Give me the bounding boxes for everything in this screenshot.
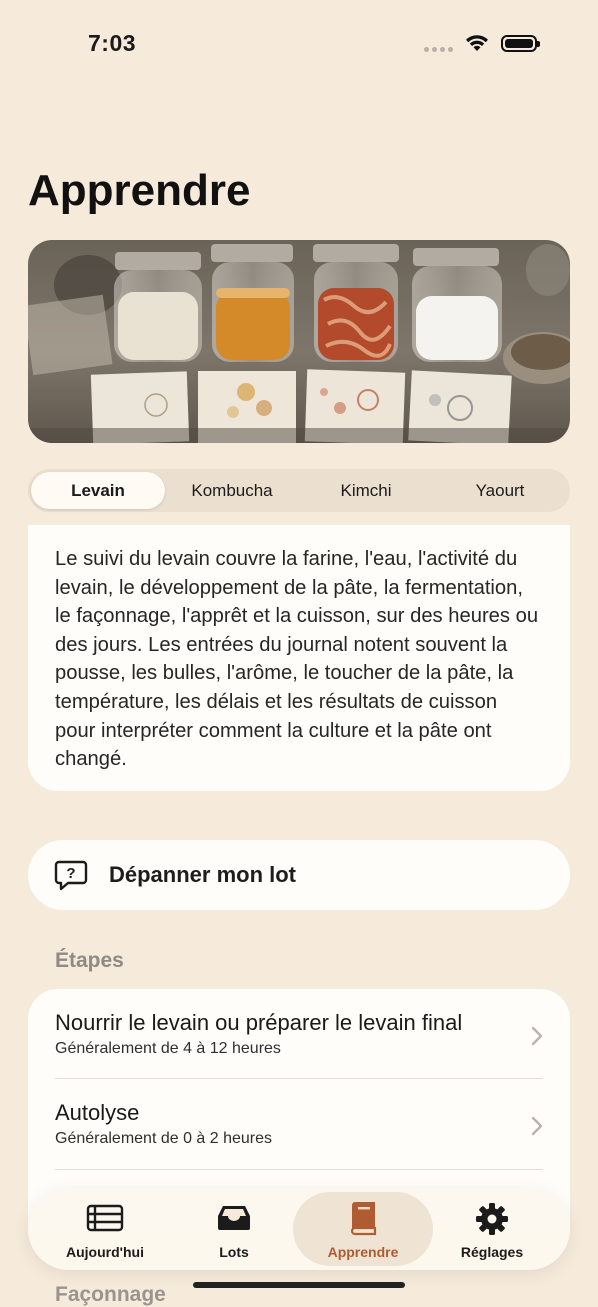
fermentation-type-segmented-control: Levain Kombucha Kimchi Yaourt <box>28 469 570 512</box>
tab-label: Lots <box>219 1244 249 1260</box>
tab-label: Réglages <box>460 1244 524 1260</box>
tab-bar: Aujourd'hui Lots Apprendre Réglages <box>28 1188 570 1270</box>
divider <box>55 1078 543 1079</box>
question-bubble-icon: ? <box>54 860 88 891</box>
battery-icon <box>501 35 540 52</box>
step-duration: Généralement de 0 à 2 heures <box>55 1130 273 1147</box>
step-title: Autolyse <box>55 1100 140 1125</box>
segment-yaourt[interactable]: Yaourt <box>433 472 567 509</box>
status-bar: 7:03 <box>0 0 598 90</box>
chevron-right-icon <box>531 1026 543 1046</box>
description-text: Le suivi du levain couvre la farine, l'e… <box>55 548 539 771</box>
segment-kimchi[interactable]: Kimchi <box>299 472 433 509</box>
next-section-header: Façonnage <box>55 1283 166 1306</box>
tab-apprendre[interactable]: Apprendre <box>293 1192 433 1266</box>
step-row[interactable]: Nourrir le levain ou préparer le levain … <box>55 1010 543 1058</box>
gear-icon <box>476 1203 508 1235</box>
troubleshoot-button[interactable]: ? Dépanner mon lot <box>28 840 570 910</box>
tab-label: Apprendre <box>327 1244 399 1260</box>
wifi-icon <box>466 35 488 51</box>
divider <box>55 1169 543 1170</box>
chevron-right-icon <box>531 1116 543 1136</box>
status-time: 7:03 <box>88 30 137 56</box>
segment-kombucha[interactable]: Kombucha <box>165 472 299 509</box>
tab-label: Aujourd'hui <box>66 1244 144 1260</box>
book-icon <box>350 1202 377 1236</box>
hero-image <box>28 240 570 443</box>
tray-icon <box>218 1206 250 1230</box>
page-title: Apprendre <box>28 166 251 215</box>
svg-text:?: ? <box>66 865 75 882</box>
cellular-signal-icon <box>424 47 453 52</box>
step-row[interactable]: Autolyse Généralement de 0 à 2 heures <box>55 1100 543 1148</box>
tab-reglages[interactable]: Réglages <box>422 1192 562 1266</box>
today-icon <box>86 1204 124 1232</box>
troubleshoot-label: Dépanner mon lot <box>109 862 297 887</box>
tab-lots[interactable]: Lots <box>164 1192 304 1266</box>
steps-section-header: Étapes <box>55 949 124 972</box>
description-card: Le suivi du levain couvre la farine, l'e… <box>28 525 570 791</box>
tab-aujourdhui[interactable]: Aujourd'hui <box>35 1192 175 1266</box>
segment-levain[interactable]: Levain <box>31 472 165 509</box>
step-duration: Généralement de 4 à 12 heures <box>55 1040 281 1057</box>
step-title: Nourrir le levain ou préparer le levain … <box>55 1010 463 1035</box>
home-indicator[interactable] <box>193 1282 405 1288</box>
